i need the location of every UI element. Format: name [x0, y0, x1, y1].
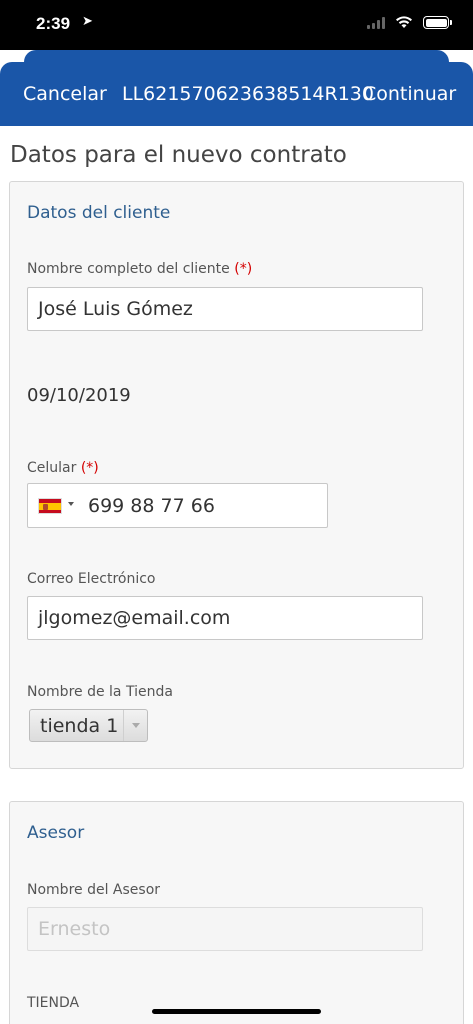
store-select[interactable]: tienda 1 [29, 709, 148, 742]
client-name-label-text: Nombre completo del cliente [27, 261, 230, 277]
spain-flag-icon[interactable] [38, 498, 62, 514]
contract-date: 09/10/2019 [27, 385, 131, 406]
chevron-down-icon[interactable] [68, 502, 74, 506]
continue-button[interactable]: Continuar [363, 83, 456, 105]
asesor-section-title: Asesor [27, 823, 85, 843]
cancel-button[interactable]: Cancelar [23, 83, 107, 105]
phone-label: Celular (*) [27, 460, 99, 476]
client-name-label: Nombre completo del cliente (*) [27, 261, 252, 277]
battery-icon [423, 16, 452, 29]
status-bar: 2:39 ➤ [0, 0, 473, 50]
client-data-card: Datos del cliente Nombre completo del cl… [9, 181, 464, 769]
chevron-down-icon[interactable] [123, 710, 147, 741]
asesor-name-label: Nombre del Asesor [27, 882, 161, 898]
nav-bar: Cancelar LL621570623638514R130 Continuar [0, 62, 473, 126]
phone-value[interactable]: 699 88 77 66 [88, 484, 215, 528]
phone-label-text: Celular [27, 460, 77, 476]
home-indicator [152, 1009, 321, 1014]
page-title: Datos para el nuevo contrato [10, 142, 347, 168]
asesor-name-input: Ernesto [27, 907, 423, 951]
asesor-card: Asesor Nombre del Asesor Ernesto TIENDA [9, 801, 464, 1024]
cellular-signal-icon [367, 16, 385, 29]
phone-input[interactable]: 699 88 77 66 [27, 483, 328, 528]
client-section-title: Datos del cliente [27, 203, 171, 223]
required-marker: (*) [234, 261, 253, 277]
status-time: 2:39 [36, 14, 71, 33]
wifi-icon [396, 16, 412, 28]
client-name-input[interactable]: José Luis Gómez [27, 287, 423, 331]
asesor-store-label: TIENDA [27, 995, 80, 1011]
store-select-value[interactable]: tienda 1 [40, 710, 118, 742]
email-input[interactable]: jlgomez@email.com [27, 596, 423, 640]
location-arrow-icon: ➤ [82, 14, 93, 29]
store-label: Nombre de la Tienda [27, 684, 173, 700]
phone-required-marker: (*) [80, 460, 99, 476]
email-label: Correo Electrónico [27, 571, 156, 587]
contract-id-title: LL621570623638514R130 [122, 83, 374, 105]
status-icons [367, 16, 452, 29]
